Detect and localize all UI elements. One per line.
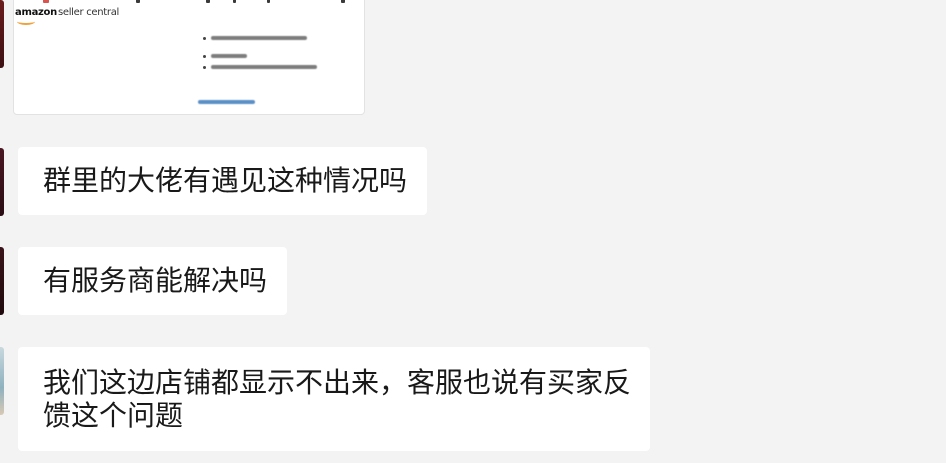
bullet-dot <box>203 36 206 40</box>
clipped-mark <box>43 0 49 3</box>
logo-product: seller central <box>57 7 120 18</box>
blurred-link <box>198 100 255 104</box>
clipped-mark <box>341 0 345 3</box>
avatar[interactable] <box>0 0 4 68</box>
avatar[interactable] <box>0 148 4 216</box>
avatar[interactable] <box>0 347 4 415</box>
blurred-text <box>211 65 317 69</box>
message-bubble[interactable]: 有服务商能解决吗 <box>18 247 288 315</box>
blurred-bullet <box>203 53 247 59</box>
blurred-bullet <box>203 64 317 70</box>
logo-brand: amazon <box>15 7 57 18</box>
amazon-smile-icon <box>17 18 35 25</box>
message-bubble[interactable]: 我们这边店铺都显示不出来，客服也说有买家反馈这个问题 <box>18 347 650 451</box>
blurred-text <box>211 36 307 40</box>
avatar[interactable] <box>0 247 4 315</box>
blurred-text <box>211 54 247 58</box>
blurred-bullet <box>203 35 307 41</box>
bullet-dot <box>203 65 206 69</box>
clipped-mark <box>267 0 270 3</box>
clipped-mark <box>206 0 210 3</box>
message-bubble[interactable]: 群里的大佬有遇见这种情况吗 <box>18 147 428 215</box>
seller-central-logo: amazonseller central <box>15 7 119 18</box>
image-message[interactable]: amazonseller central <box>13 0 365 115</box>
bullet-dot <box>203 54 206 58</box>
clipped-mark <box>233 0 236 3</box>
clipped-mark <box>136 0 140 3</box>
